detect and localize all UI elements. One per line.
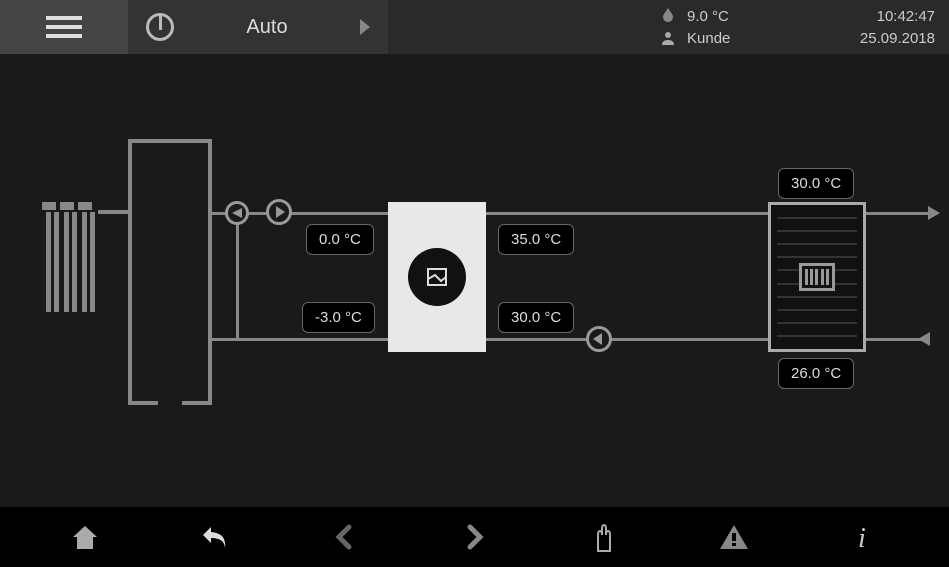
source-pump	[266, 199, 292, 225]
footer-nav: i	[0, 507, 949, 567]
temp-source-flow: 0.0 °C	[306, 224, 374, 255]
heating-pump	[586, 326, 612, 352]
mode-selector[interactable]: Auto	[128, 0, 388, 54]
temp-radiator-bottom: 26.0 °C	[778, 358, 854, 389]
manual-button[interactable]	[580, 513, 628, 561]
temp-source-return: -3.0 °C	[302, 302, 375, 333]
info-button[interactable]: i	[840, 513, 888, 561]
user-name: Kunde	[687, 30, 730, 47]
temp-heating-flow: 35.0 °C	[498, 224, 574, 255]
temp-heating-return: 30.0 °C	[498, 302, 574, 333]
menu-button[interactable]	[0, 0, 128, 54]
temp-radiator-top: 30.0 °C	[778, 168, 854, 199]
outdoor-temp-icon	[659, 7, 677, 25]
user-icon	[659, 29, 677, 47]
prev-button[interactable]	[321, 513, 369, 561]
source-buffer	[128, 139, 212, 405]
svg-text:i: i	[858, 523, 866, 553]
alarm-button[interactable]	[710, 513, 758, 561]
ground-probe-icon	[42, 202, 100, 312]
radiator-icon	[799, 263, 835, 291]
next-button[interactable]	[450, 513, 498, 561]
home-button[interactable]	[61, 513, 109, 561]
heatpump-unit[interactable]	[388, 202, 486, 352]
header-bar: Auto 9.0 °C 10:42:47 Kunde 25.09.2018	[0, 0, 949, 54]
mode-label: Auto	[174, 16, 360, 39]
radiator-unit[interactable]	[768, 202, 866, 352]
header-status: 9.0 °C 10:42:47 Kunde 25.09.2018	[659, 0, 949, 54]
outdoor-temp-value: 9.0 °C	[687, 8, 729, 25]
heatpump-icon	[408, 248, 466, 306]
chevron-right-icon	[360, 19, 370, 35]
clock-date: 25.09.2018	[825, 30, 935, 47]
power-icon	[146, 13, 174, 41]
header-left: Auto	[0, 0, 388, 54]
system-diagram: 0.0 °C -3.0 °C 35.0 °C 30.0 °C 30.0 °C 2…	[0, 54, 949, 507]
hamburger-icon	[46, 11, 82, 43]
three-way-valve	[225, 201, 249, 225]
back-button[interactable]	[191, 513, 239, 561]
clock-time: 10:42:47	[825, 8, 935, 25]
